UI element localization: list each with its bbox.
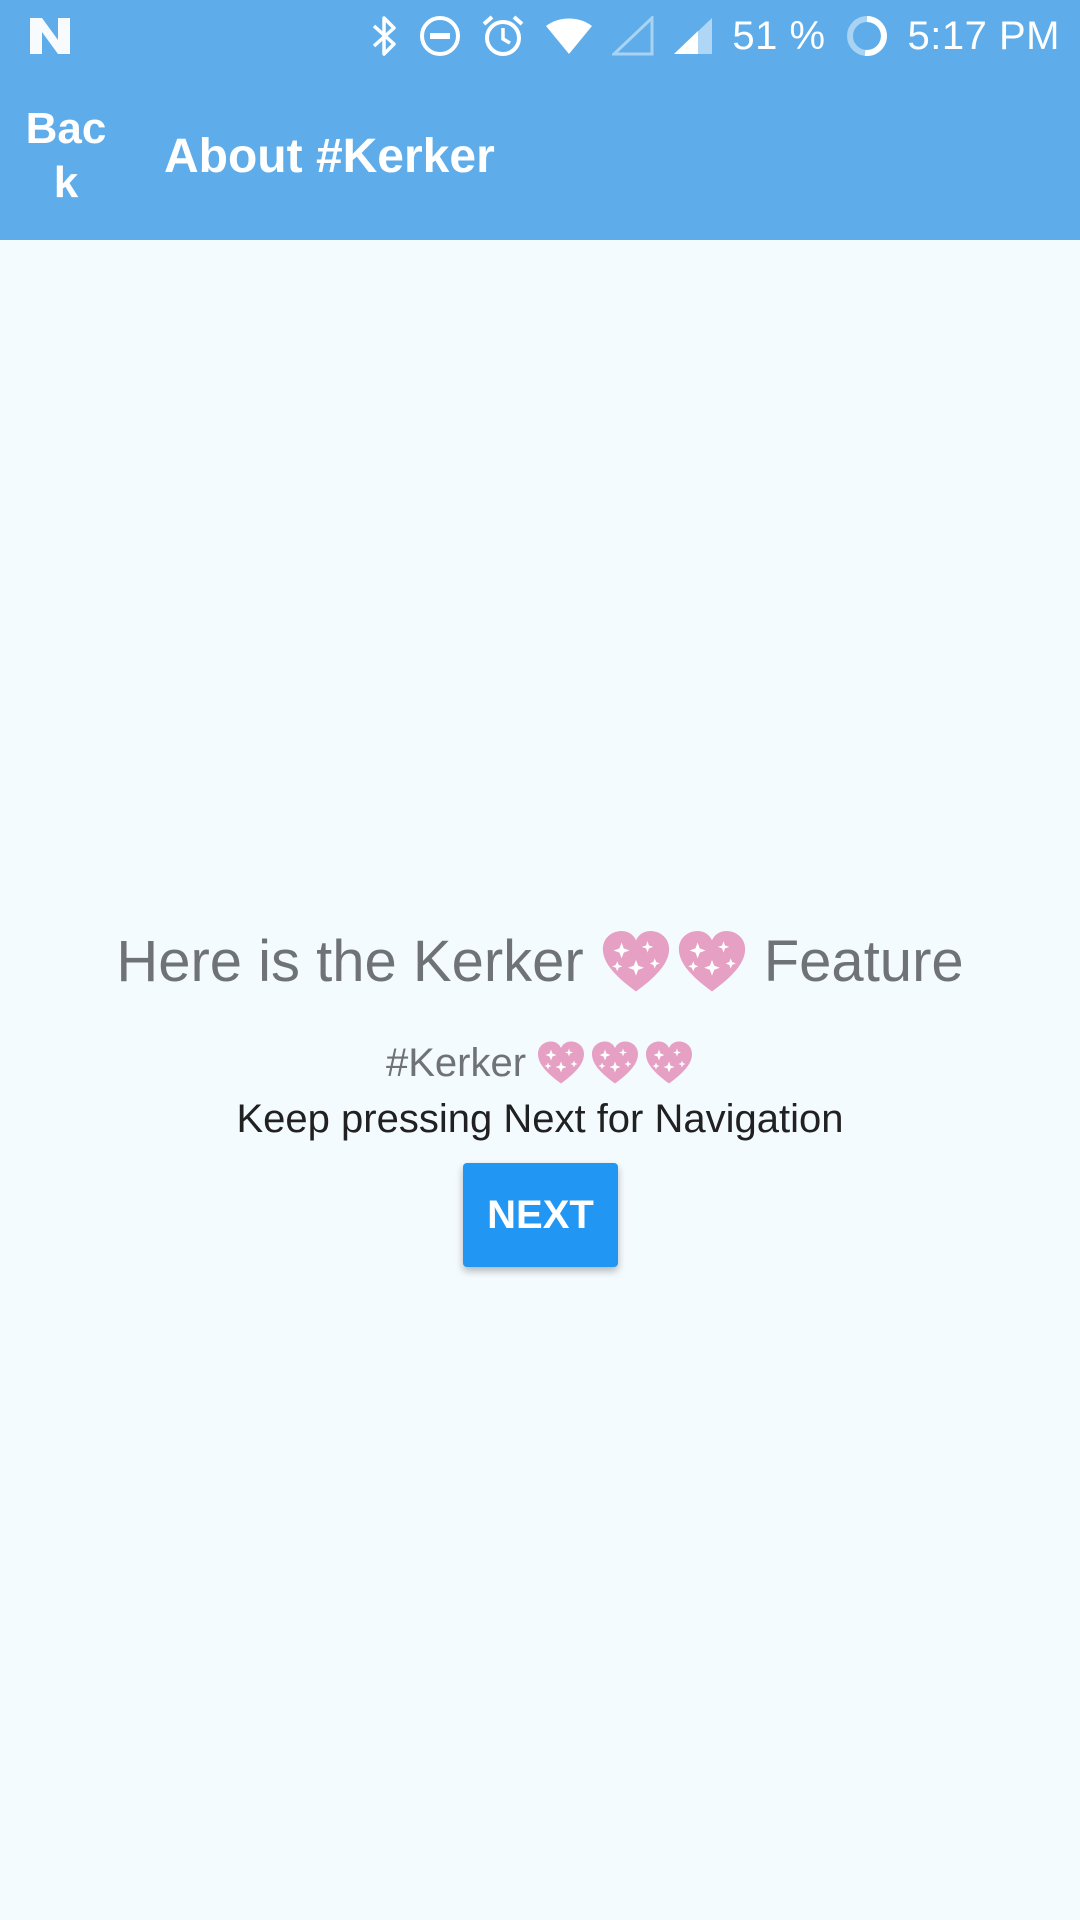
- signal-empty-icon: [612, 12, 654, 60]
- sparkle-heart-icon: [590, 1040, 640, 1086]
- status-bar: 51 % 5:17 PM: [0, 0, 1080, 72]
- sparkle-heart-icon: [644, 1040, 694, 1086]
- toolbar-title: About #Kerker: [164, 129, 495, 183]
- status-time: 5:17 PM: [907, 13, 1060, 58]
- main-content: Here is the Kerker Feature #Kerker Keep …: [0, 240, 1080, 1920]
- headline-hearts: [600, 929, 748, 995]
- app-toolbar: Back About #Kerker: [0, 72, 1080, 240]
- back-button[interactable]: Back: [14, 102, 118, 210]
- next-button[interactable]: NEXT: [463, 1163, 618, 1267]
- headline-text: Here is the Kerker: [116, 929, 584, 994]
- headline-suffix: Feature: [763, 929, 964, 994]
- hashtag-line: #Kerker: [0, 1040, 1080, 1086]
- battery-percent: 51 %: [732, 13, 826, 58]
- feature-headline: Here is the Kerker Feature: [0, 928, 1080, 995]
- sparkle-heart-icon: [676, 929, 748, 995]
- bluetooth-icon: [370, 12, 400, 60]
- instruction-text: Keep pressing Next for Navigation: [236, 1097, 844, 1141]
- sparkle-heart-icon: [536, 1040, 586, 1086]
- wifi-icon: [544, 12, 594, 60]
- battery-ring-icon: [844, 12, 890, 60]
- sparkle-heart-icon: [600, 929, 672, 995]
- hashtag-text: #Kerker: [385, 1040, 527, 1085]
- hashtag-hearts: [536, 1040, 694, 1086]
- notification-n-icon: [28, 12, 72, 60]
- do-not-disturb-icon: [418, 12, 462, 60]
- alarm-icon: [480, 12, 526, 60]
- signal-icon: [672, 12, 714, 60]
